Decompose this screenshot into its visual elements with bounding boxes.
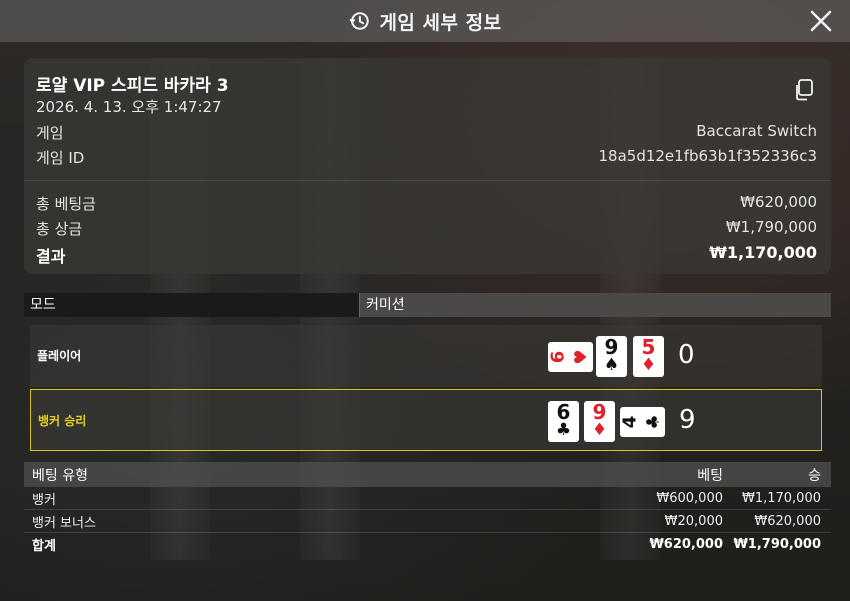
mode-value: 커미션 [359,293,831,317]
total-bet-amount: ₩620,000 [649,536,723,552]
history-icon [349,12,370,30]
player-score: 0 [678,340,695,370]
game-value: Baccarat Switch [696,122,817,140]
total-win-amount: ₩1,790,000 [733,536,821,552]
modal-title: 게임 세부 정보 [379,11,502,34]
card-suit-icon: ♣ [555,420,572,440]
playing-card: 9 ♦ [584,401,615,442]
banker-score: 9 [679,405,696,435]
player-hand: 플레이어 6 ♥ 9 ♠ 5 ♦ 0 [30,325,822,387]
divider [24,180,831,181]
result-label: 결과 [36,247,66,266]
bets-table: 베팅 유형 베팅 승 뱅커 ₩600,000 ₩1,170,000 뱅커 보너스… [24,462,831,555]
card-suit-icon: ♣ [643,414,664,430]
game-details-card: 로얄 VIP 스피드 바카라 3 2026. 4. 13. 오후 1:47:27… [24,58,831,274]
card-suit-icon: ♦ [591,420,608,440]
total-win-label: 총 상금 [36,220,83,238]
game-id-value: 18a5d12e1fb63b1f352336c3 [598,147,818,165]
close-icon[interactable] [808,8,834,34]
playing-card: 6 ♥ [547,342,593,372]
card-suit-icon: ♦ [640,355,657,375]
card-rank: 6 [547,350,569,364]
game-row: 게임 Baccarat Switch [36,122,817,143]
result-value: ₩1,170,000 [709,243,817,262]
banker-hand-label: 뱅커 승리 [38,414,87,428]
game-datetime: 2026. 4. 13. 오후 1:47:27 [36,98,222,116]
total-win-row: 총 상금 ₩1,790,000 [36,218,817,239]
bet-type-header: 베팅 유형 [32,467,88,484]
card-rank: 4 [619,415,641,429]
playing-card: 9 ♠ [596,336,627,377]
table-row: 뱅커 ₩600,000 ₩1,170,000 [24,487,831,510]
card-suit-icon: ♥ [571,349,592,365]
playing-card: 4 ♣ [619,407,665,437]
header-title-group: 게임 세부 정보 [348,8,501,35]
mode-bar: 모드 커미션 [24,293,831,317]
total-win-value: ₩1,790,000 [725,218,817,236]
player-hand-label: 플레이어 [37,349,82,363]
bet-type-cell: 뱅커 [32,492,56,508]
total-row: 합계 ₩620,000 ₩1,790,000 [24,533,831,555]
table-row: 뱅커 보너스 ₩20,000 ₩620,000 [24,510,831,533]
banker-hand: 뱅커 승리 6 ♣ 9 ♦ 4 ♣ 9 [30,389,822,451]
result-row: 결과 ₩1,170,000 [36,243,817,267]
game-label: 게임 [36,124,64,142]
bet-amount-cell: ₩20,000 [664,513,723,529]
mode-label: 모드 [24,293,359,317]
copy-icon[interactable] [793,78,815,102]
total-bet-value: ₩620,000 [740,193,817,211]
win-amount-cell: ₩620,000 [754,513,821,529]
bet-type-cell: 뱅커 보너스 [32,515,96,531]
total-bet-label: 총 베팅금 [36,195,96,213]
bet-amount-cell: ₩600,000 [656,490,723,506]
playing-card: 5 ♦ [633,336,664,377]
bet-amount-header: 베팅 [697,467,723,484]
total-label: 합계 [32,538,56,554]
win-amount-header: 승 [808,467,821,484]
playing-card: 6 ♣ [548,401,579,442]
game-id-label: 게임 ID [36,149,85,167]
win-amount-cell: ₩1,170,000 [741,490,821,506]
total-bet-row: 총 베팅금 ₩620,000 [36,193,817,214]
game-id-row: 게임 ID 18a5d12e1fb63b1f352336c3 [36,147,817,168]
bets-table-header: 베팅 유형 베팅 승 [24,462,831,487]
card-suit-icon: ♠ [603,355,620,375]
game-name: 로얄 VIP 스피드 바카라 3 [36,76,229,96]
modal-header: 게임 세부 정보 [0,0,850,42]
